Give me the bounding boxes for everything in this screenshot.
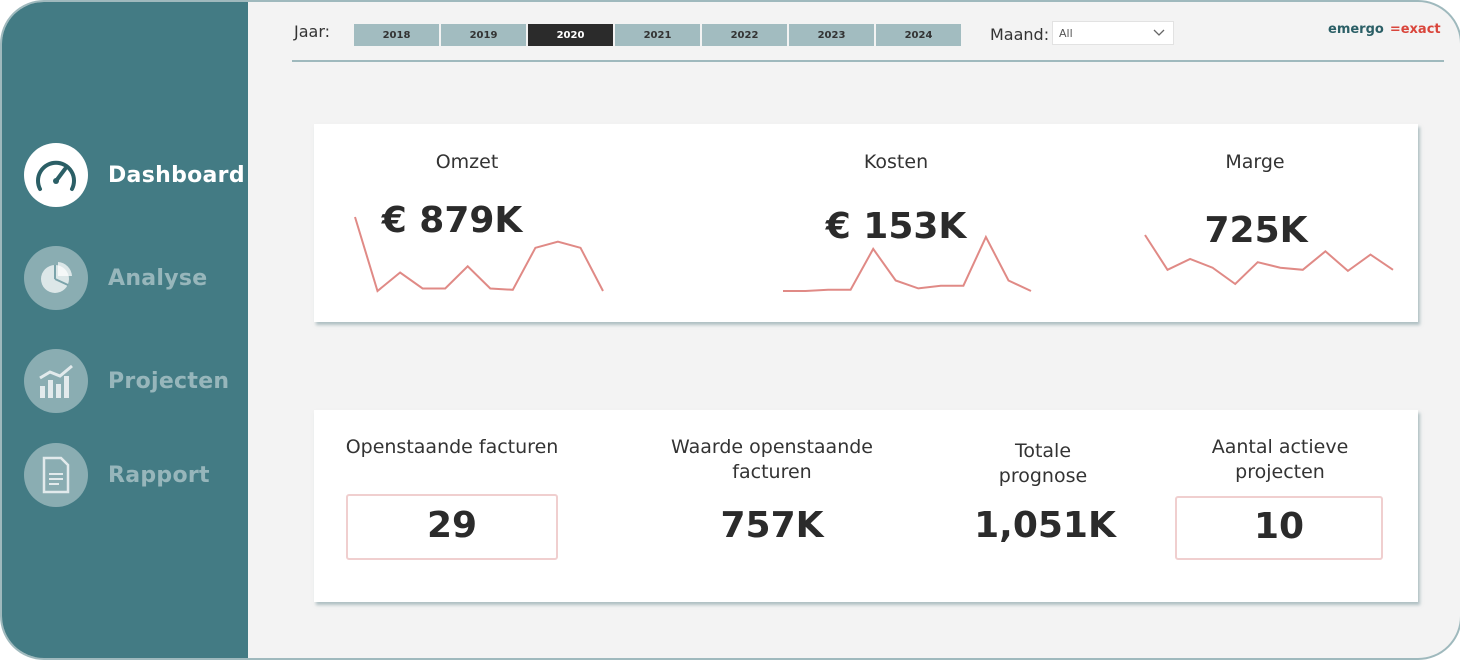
- summary-value-aantal-actieve-projecten: 10: [1253, 506, 1305, 547]
- brand-logo: emergo =exact: [1328, 22, 1441, 37]
- speedometer-icon: [24, 143, 88, 207]
- summary-value-totale-prognose: 1,051K: [974, 505, 1116, 546]
- document-icon: [24, 443, 88, 507]
- sparkline-marge: [1144, 234, 1394, 286]
- year-slicer: 2018 2019 2020 2021 2022 2023 2024: [354, 24, 963, 46]
- sparkline-omzet: [354, 216, 604, 293]
- summary-title-waarde-openstaande-facturen: Waarde openstaande facturen: [671, 436, 873, 483]
- month-filter-label: Maand:: [990, 25, 1050, 44]
- summary-value-openstaande-facturen: 29: [426, 505, 478, 546]
- summary-title-aantal-actieve-projecten: Aantal actieve projecten: [1211, 436, 1349, 483]
- bar-chart-icon: [24, 349, 88, 413]
- month-dropdown-value: All: [1059, 26, 1073, 40]
- logo-exact: =exact: [1389, 22, 1441, 37]
- sidebar-item-rapport[interactable]: Rapport: [24, 442, 210, 508]
- app-frame: Dashboard Analyse Projecten Rapport Jaar…: [0, 0, 1460, 660]
- year-button-2019[interactable]: 2019: [441, 24, 526, 46]
- year-button-2020[interactable]: 2020: [528, 24, 613, 46]
- sparkline-kosten: [783, 234, 1032, 292]
- year-button-2022[interactable]: 2022: [702, 24, 787, 46]
- sidebar-item-label: Dashboard: [108, 162, 245, 188]
- sparkline-omzet-line: [354, 216, 604, 293]
- pie-chart-icon: [24, 246, 88, 310]
- sidebar-item-label: Analyse: [108, 265, 208, 291]
- sidebar-item-label: Rapport: [108, 462, 210, 488]
- summary-title-totale-prognose: Totale prognose: [998, 440, 1088, 487]
- kpi-card: Omzet € 879K Kosten € 153K Marge 725K: [314, 124, 1418, 322]
- sparkline-kosten-line: [783, 234, 1032, 292]
- chevron-down-icon: [1153, 26, 1165, 41]
- sidebar-item-analyse[interactable]: Analyse: [24, 245, 208, 311]
- summary-title-openstaande-facturen: Openstaande facturen: [345, 436, 559, 458]
- summary-card: Openstaande facturen 29 Waarde openstaan…: [314, 410, 1418, 602]
- sparkline-marge-line: [1144, 234, 1394, 286]
- kpi-title-marge: Marge: [1225, 151, 1285, 173]
- sidebar: Dashboard Analyse Projecten Rapport: [2, 2, 248, 658]
- sidebar-item-projecten[interactable]: Projecten: [24, 348, 229, 414]
- kpi-title-omzet: Omzet: [435, 151, 499, 173]
- year-button-2023[interactable]: 2023: [789, 24, 874, 46]
- year-button-2024[interactable]: 2024: [876, 24, 961, 46]
- year-button-2021[interactable]: 2021: [615, 24, 700, 46]
- sidebar-item-dashboard[interactable]: Dashboard: [24, 142, 245, 208]
- sidebar-item-label: Projecten: [108, 368, 230, 394]
- summary-box-aantal-actieve-projecten: 10: [1175, 496, 1383, 560]
- summary-value-waarde-openstaande-facturen: 757K: [720, 505, 824, 546]
- kpi-title-kosten: Kosten: [863, 151, 929, 173]
- summary-box-openstaande-facturen: 29: [346, 494, 558, 560]
- logo-emergo: emergo: [1328, 22, 1384, 37]
- year-filter-label: Jaar:: [294, 22, 331, 41]
- month-dropdown[interactable]: All: [1052, 21, 1174, 45]
- year-button-2018[interactable]: 2018: [354, 24, 439, 46]
- filter-bar: Jaar: 2018 2019 2020 2021 2022 2023 2024…: [292, 2, 1444, 62]
